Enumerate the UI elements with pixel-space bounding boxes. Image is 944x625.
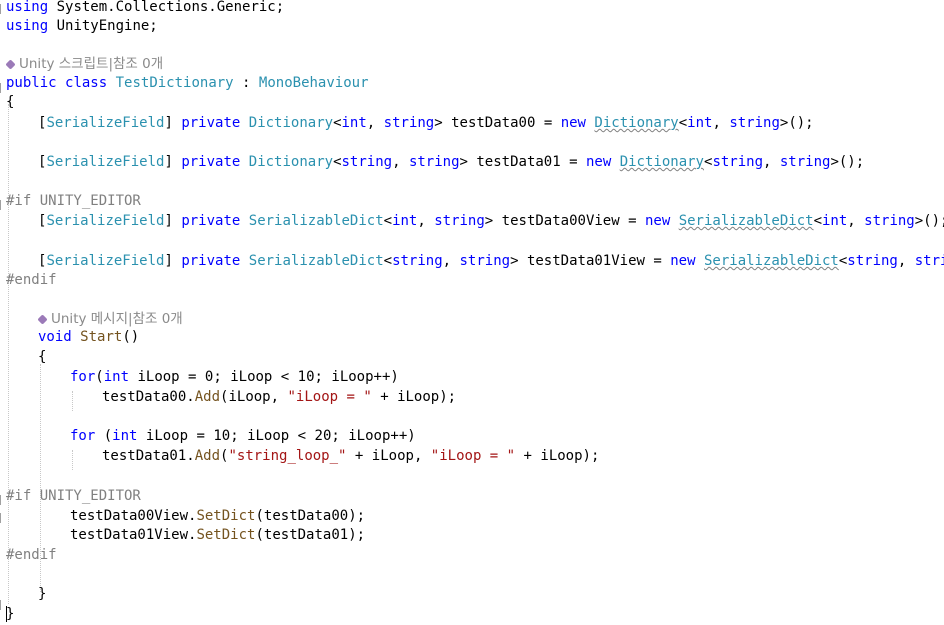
codelens-method[interactable]: Unity 메시지|참조 0개	[37, 310, 183, 330]
code-line[interactable]: #endif	[6, 546, 57, 566]
indent-guide	[72, 391, 73, 411]
indent-guide	[8, 104, 9, 604]
code-line[interactable]: #if UNITY_EDITOR	[6, 192, 141, 212]
code-line[interactable]: public class TestDictionary : MonoBehavi…	[6, 74, 369, 94]
indent-guide	[72, 450, 73, 470]
code-line[interactable]: testData00.Add(iLoop, "iLoop = " + iLoop…	[102, 388, 456, 408]
outline-marker[interactable]	[0, 513, 6, 523]
code-line[interactable]: {	[6, 93, 14, 113]
code-line[interactable]: testData01.Add("string_loop_" + iLoop, "…	[102, 447, 599, 467]
code-line[interactable]: for(int iLoop = 0; iLoop < 10; iLoop++)	[70, 368, 399, 388]
code-line[interactable]: [SerializeField] private SerializableDic…	[38, 252, 944, 272]
code-line[interactable]: using UnityEngine;	[6, 17, 158, 37]
code-line[interactable]: [SerializeField] private SerializableDic…	[38, 212, 944, 232]
code-line[interactable]: void Start()	[38, 328, 139, 348]
code-line[interactable]: #if UNITY_EDITOR	[6, 487, 141, 507]
code-line[interactable]: [SerializeField] private Dictionary<int,…	[38, 114, 814, 134]
code-line[interactable]: for (int iLoop = 10; iLoop < 20; iLoop++…	[70, 427, 416, 447]
code-line[interactable]: }	[38, 585, 46, 605]
unity-icon	[5, 59, 16, 70]
unity-icon	[37, 314, 48, 325]
code-line[interactable]: testData01View.SetDict(testData01);	[70, 526, 365, 546]
code-line[interactable]: #endif	[6, 271, 57, 291]
code-line[interactable]: {	[38, 348, 46, 368]
codelens-class[interactable]: Unity 스크립트|참조 0개	[5, 55, 163, 75]
code-line[interactable]: [SerializeField] private Dictionary<stri…	[38, 153, 864, 173]
code-line[interactable]: using System.Collections.Generic;	[6, 0, 284, 18]
code-editor[interactable]: using System.Collections.Generic; using …	[0, 0, 944, 625]
code-line[interactable]: }	[6, 605, 14, 625]
text-caret	[6, 606, 7, 622]
code-line[interactable]: testData00View.SetDict(testData00);	[70, 507, 365, 527]
